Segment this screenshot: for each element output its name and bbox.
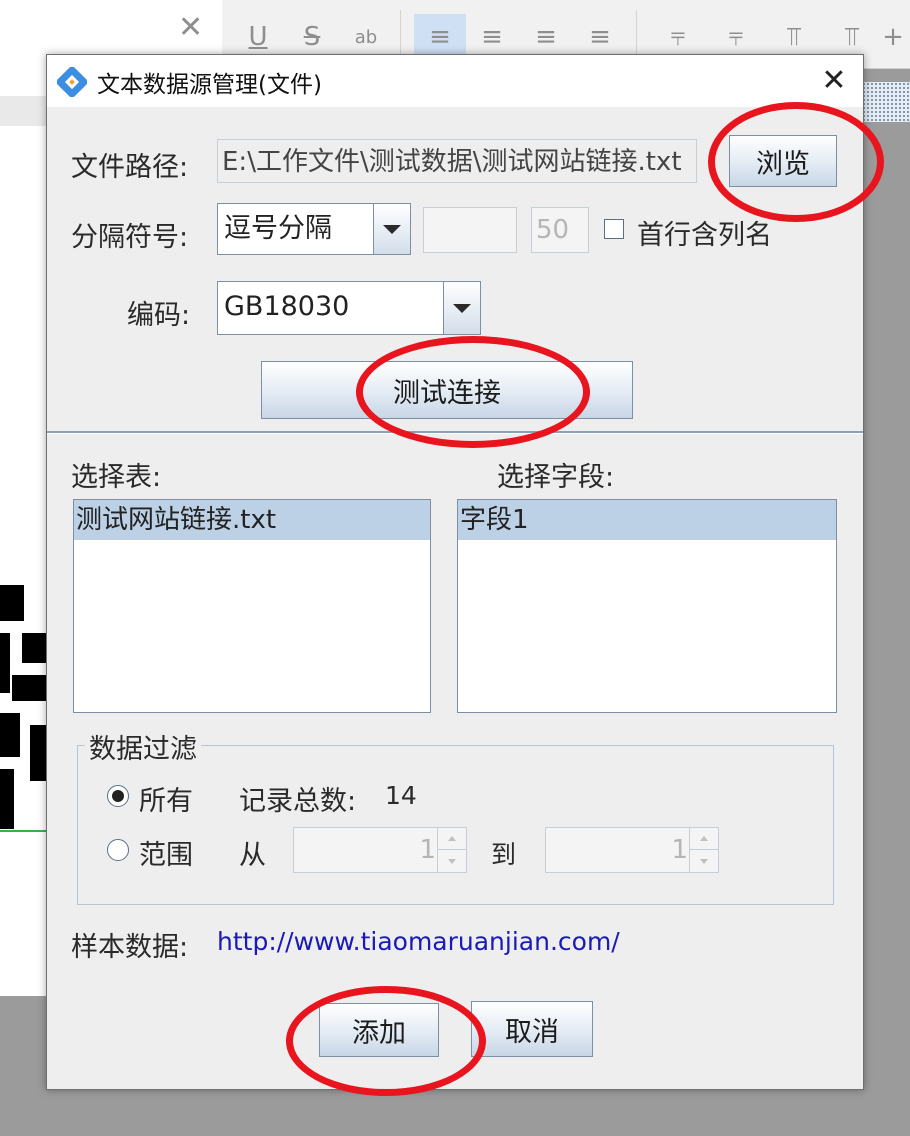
toolbar-separator xyxy=(636,10,637,60)
dialog-titlebar: 文本数据源管理(文件) ✕ xyxy=(47,55,863,107)
delimiter-number-input[interactable]: 50 xyxy=(531,207,589,253)
spinner-down-icon[interactable] xyxy=(690,850,718,872)
spinner-up-icon[interactable] xyxy=(438,828,466,850)
dialog-title: 文本数据源管理(文件) xyxy=(97,72,322,98)
background-pattern xyxy=(862,82,910,122)
encoding-selected-value: GB18030 xyxy=(224,291,350,322)
spinner-down-icon[interactable] xyxy=(438,850,466,872)
sample-data-value: http://www.tiaomaruanjian.com/ xyxy=(217,927,620,956)
list-item[interactable]: 测试网站链接.txt xyxy=(74,500,430,540)
record-total-value: 14 xyxy=(385,781,417,810)
delimiter-select[interactable]: 逗号分隔 xyxy=(217,203,411,255)
range-to-label: 到 xyxy=(491,840,517,869)
spinner-buttons xyxy=(689,828,718,872)
file-path-field[interactable]: E:\工作文件\测试数据\测试网站链接.txt xyxy=(217,139,697,183)
background-close-icon[interactable]: ✕ xyxy=(178,10,203,45)
select-table-label: 选择表: xyxy=(71,462,162,493)
filter-range-label: 范围 xyxy=(139,840,193,871)
close-icon[interactable]: ✕ xyxy=(811,57,857,105)
range-from-value: 1 xyxy=(419,835,436,865)
delimiter-label: 分隔符号: xyxy=(71,222,189,253)
record-total-label: 记录总数: xyxy=(239,786,357,817)
spinner-buttons xyxy=(437,828,466,872)
delimiter-selected-value: 逗号分隔 xyxy=(224,213,332,244)
spinner-up-icon[interactable] xyxy=(690,828,718,850)
more-icon[interactable]: + xyxy=(876,14,910,60)
test-connection-button[interactable]: 测试连接 xyxy=(261,361,633,419)
header-row-checkbox[interactable] xyxy=(604,219,624,239)
browse-button[interactable]: 浏览 xyxy=(729,135,837,187)
background-panel-edge xyxy=(0,96,46,126)
sample-data-label: 样本数据: xyxy=(71,932,189,963)
background-green-line xyxy=(0,830,46,832)
custom-delimiter-input[interactable] xyxy=(423,207,517,253)
text-datasource-dialog: 文本数据源管理(文件) ✕ 文件路径: E:\工作文件\测试数据\测试网站链接.… xyxy=(46,54,864,1090)
encoding-select[interactable]: GB18030 xyxy=(217,281,481,335)
filter-range-radio[interactable] xyxy=(107,839,129,861)
range-from-spinner[interactable]: 1 xyxy=(293,827,467,873)
background-barcode-image xyxy=(0,585,46,830)
toolbar-separator xyxy=(400,10,401,60)
cancel-button[interactable]: 取消 xyxy=(471,1001,593,1057)
section-divider xyxy=(47,431,863,434)
field-list[interactable]: 字段1 xyxy=(457,499,837,713)
filter-all-radio[interactable] xyxy=(107,785,129,807)
background-canvas xyxy=(0,126,46,996)
range-from-label: 从 xyxy=(239,840,266,871)
chevron-down-icon[interactable] xyxy=(443,281,481,335)
range-to-value: 1 xyxy=(671,835,688,865)
list-item[interactable]: 字段1 xyxy=(458,500,836,540)
chevron-down-icon[interactable] xyxy=(373,203,411,255)
file-path-label: 文件路径: xyxy=(71,152,189,183)
encoding-label: 编码: xyxy=(127,300,191,331)
data-filter-legend: 数据过滤 xyxy=(85,727,201,766)
app-logo-icon xyxy=(57,67,87,97)
table-list[interactable]: 测试网站链接.txt xyxy=(73,499,431,713)
range-to-spinner[interactable]: 1 xyxy=(545,827,719,873)
data-filter-group xyxy=(77,745,834,905)
select-field-label: 选择字段: xyxy=(497,462,615,493)
filter-all-label: 所有 xyxy=(139,786,193,817)
add-button[interactable]: 添加 xyxy=(319,1003,439,1057)
header-row-checkbox-label: 首行含列名 xyxy=(637,220,772,251)
